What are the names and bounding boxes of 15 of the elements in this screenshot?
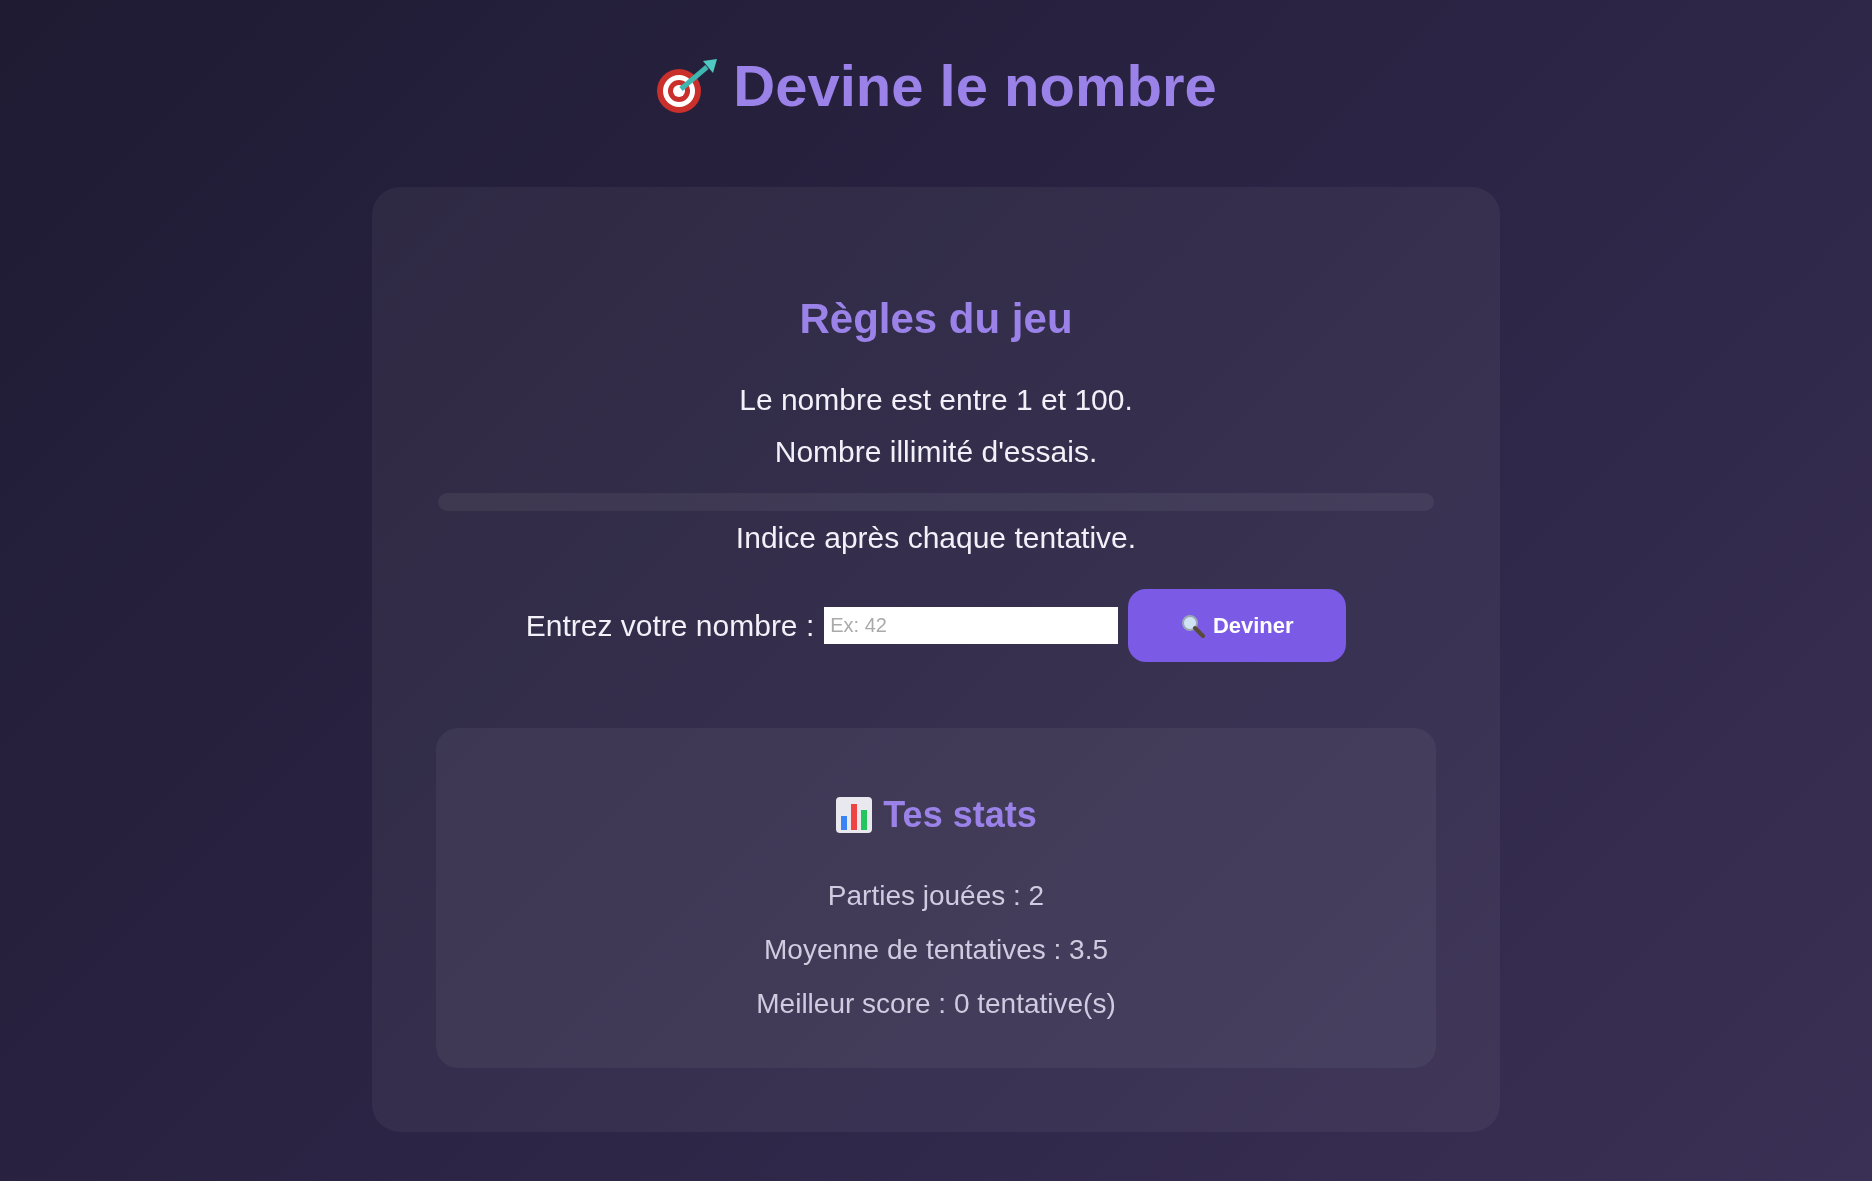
stat-text: Moyenne de tentatives : 3.5 (764, 934, 1108, 966)
rule-text: Nombre illimité d'essais. (774, 435, 1098, 469)
page-title: Devine le nombre (733, 52, 1217, 119)
stat-text: Meilleur score : 0 tentative(s) (756, 988, 1116, 1020)
stat-text: Parties jouées : 2 (827, 880, 1045, 912)
stats-heading: Tes stats (883, 794, 1037, 836)
rule-text: Le nombre est entre 1 et 100. (739, 383, 1133, 417)
guess-button[interactable]: Deviner (1128, 589, 1347, 662)
hint-text: Indice après chaque tentative. (735, 521, 1137, 555)
target-icon (655, 56, 720, 115)
guess-label: Entrez votre nombre : (525, 608, 815, 643)
bar-chart-icon (835, 796, 874, 834)
number-input-field[interactable]: Ex: 42 (824, 607, 1119, 644)
search-icon (1180, 613, 1205, 638)
rules-heading: Règles du jeu (799, 295, 1073, 343)
